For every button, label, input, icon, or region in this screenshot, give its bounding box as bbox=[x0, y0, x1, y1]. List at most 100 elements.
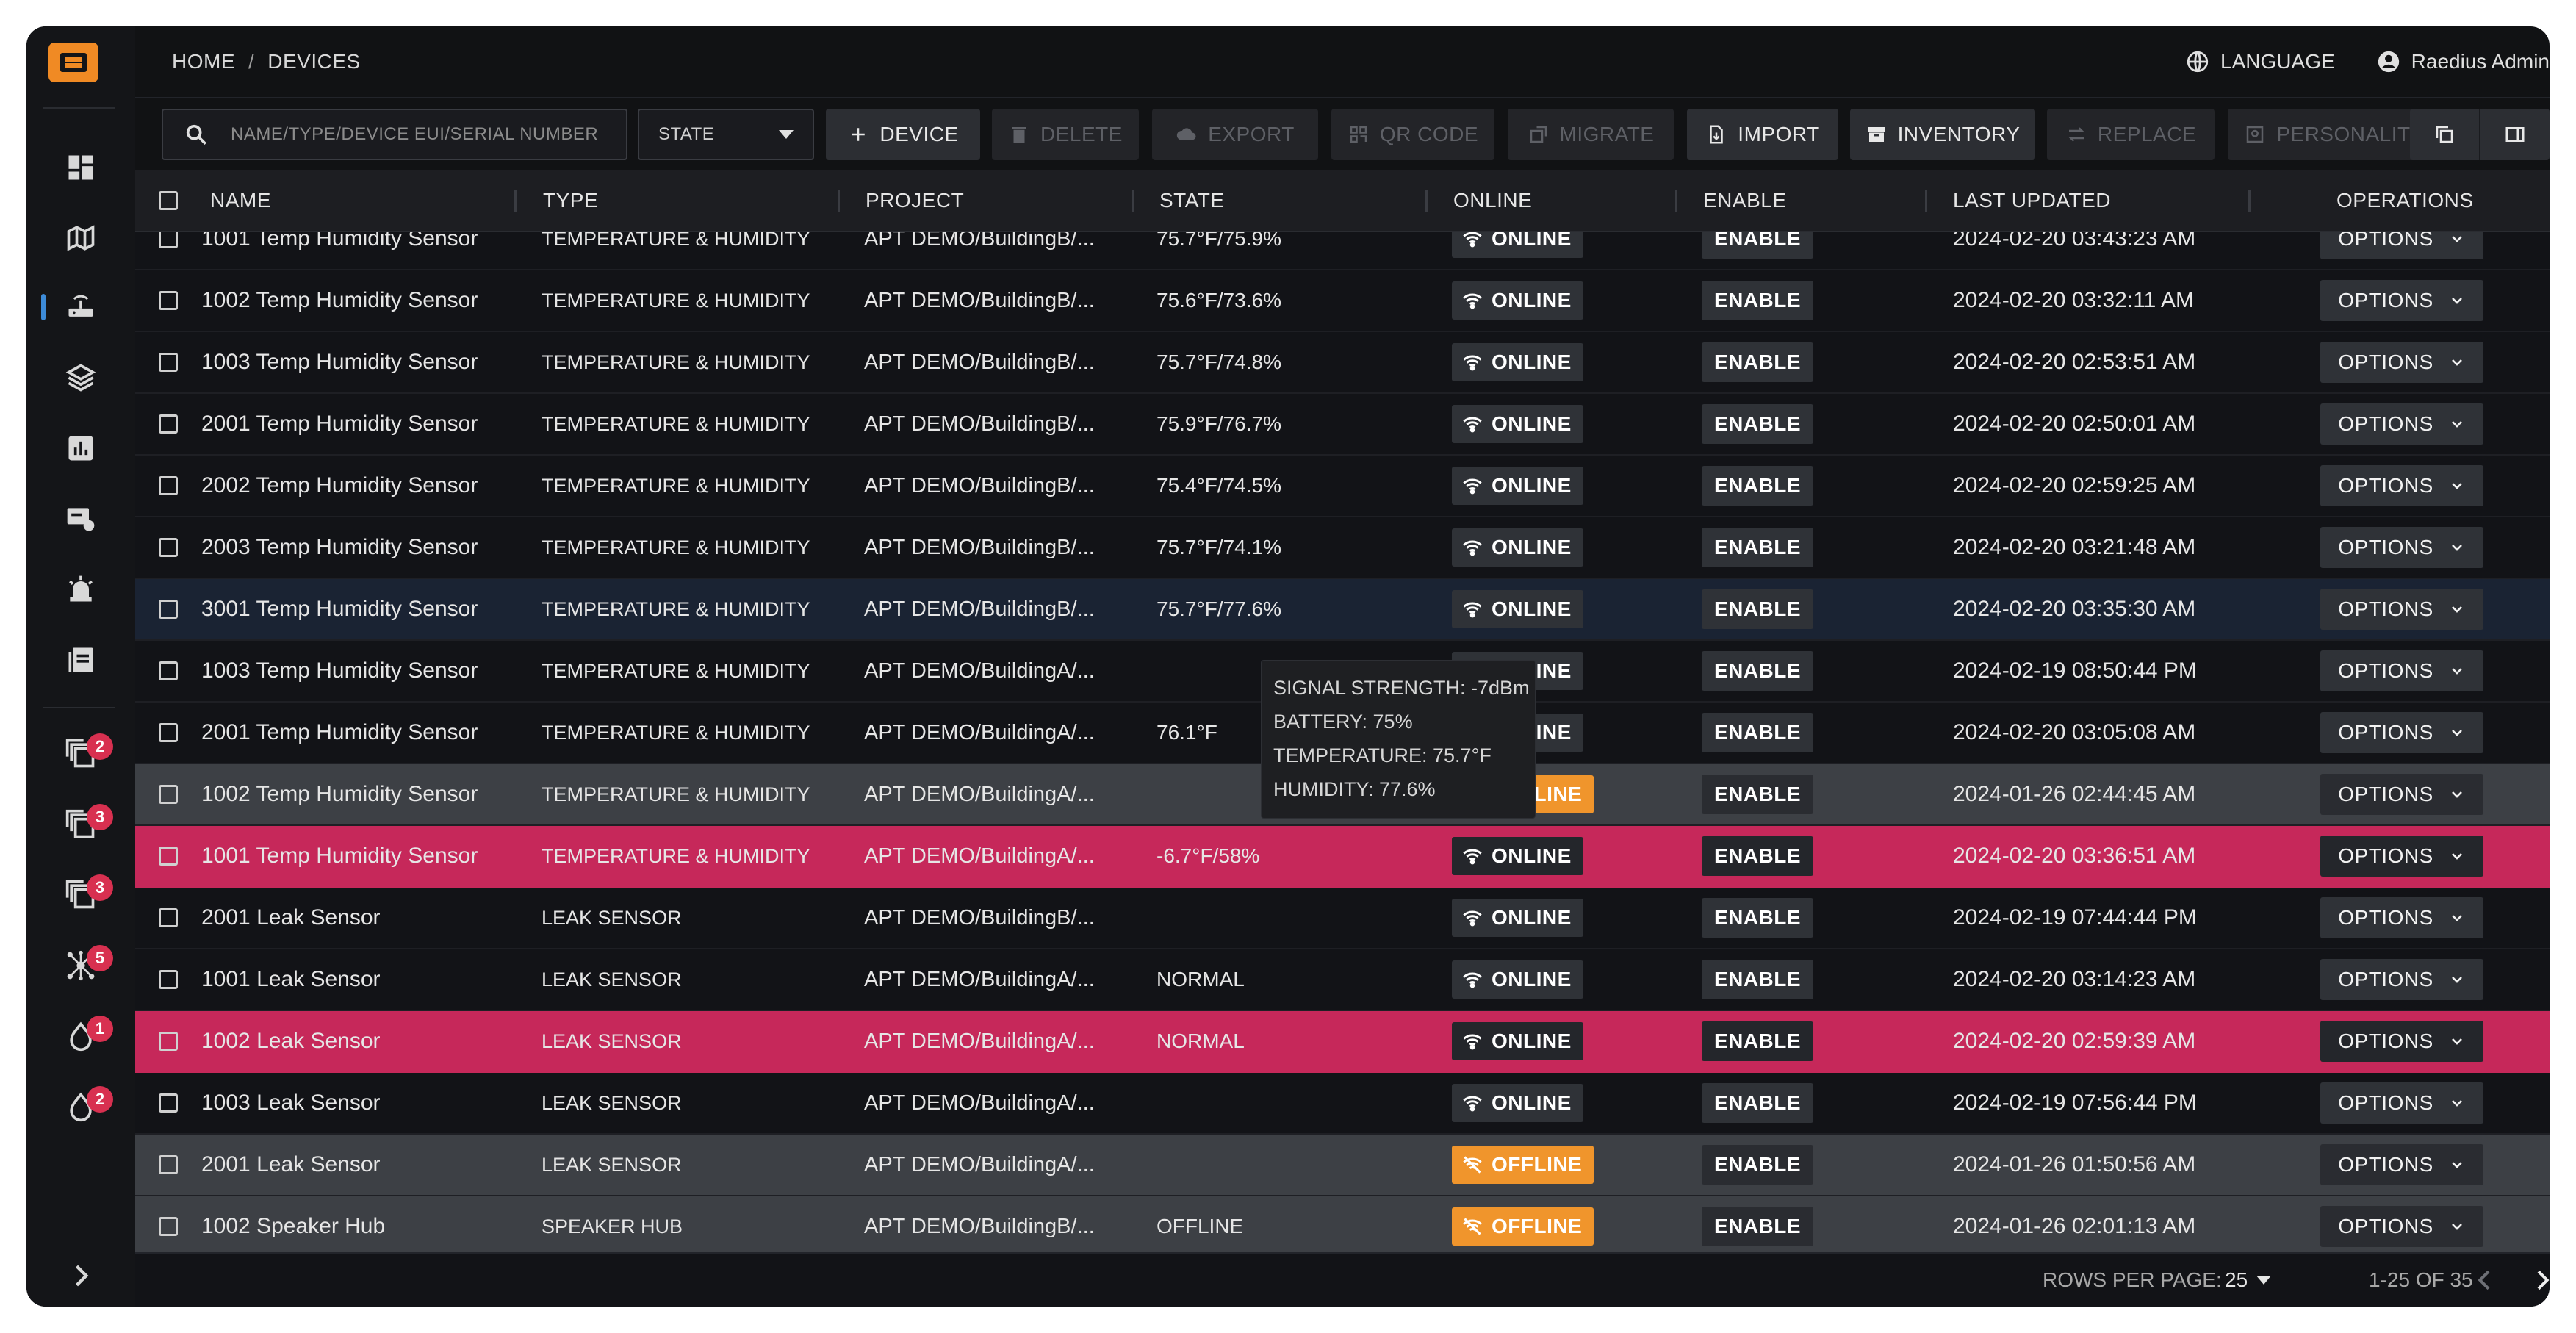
enable-button[interactable]: ENABLE bbox=[1702, 1145, 1813, 1185]
table-row[interactable]: 1002 Speaker Hub SPEAKER HUB APT DEMO/Buil… bbox=[135, 1196, 2550, 1254]
column-type[interactable]: TYPE bbox=[543, 170, 598, 231]
enable-button[interactable]: ENABLE bbox=[1702, 651, 1813, 691]
row-checkbox[interactable] bbox=[159, 641, 178, 701]
alarm-icon[interactable] bbox=[26, 560, 135, 619]
options-button[interactable]: OPTIONS bbox=[2320, 465, 2483, 506]
enable-button[interactable]: ENABLE bbox=[1702, 960, 1813, 999]
online-status-badge[interactable]: ONLINE bbox=[1452, 467, 1583, 505]
device-name[interactable]: 1003 Leak Sensor bbox=[201, 1073, 510, 1133]
enable-button[interactable]: ENABLE bbox=[1702, 342, 1813, 382]
row-checkbox[interactable] bbox=[159, 888, 178, 948]
enable-button[interactable]: ENABLE bbox=[1702, 528, 1813, 567]
device-name[interactable]: 1003 Temp Humidity Sensor bbox=[201, 641, 510, 701]
options-button[interactable]: OPTIONS bbox=[2320, 836, 2483, 877]
chevron-left-icon[interactable] bbox=[2470, 1265, 2500, 1295]
search-input[interactable]: NAME/TYPE/DEVICE EUI/SERIAL NUMBER bbox=[162, 109, 627, 160]
online-status-badge[interactable]: OFFLINE bbox=[1452, 1146, 1594, 1184]
options-button[interactable]: OPTIONS bbox=[2320, 712, 2483, 753]
enable-button[interactable]: ENABLE bbox=[1702, 1083, 1813, 1123]
device-name[interactable]: 2001 Leak Sensor bbox=[201, 888, 510, 948]
qr-code-button[interactable]: QR CODE bbox=[1331, 109, 1494, 160]
options-button[interactable]: OPTIONS bbox=[2320, 897, 2483, 938]
device-name[interactable]: 1002 Speaker Hub bbox=[201, 1196, 510, 1254]
online-status-badge[interactable]: ONLINE bbox=[1452, 899, 1583, 937]
rows-per-page-select[interactable]: 25 bbox=[2225, 1268, 2272, 1292]
row-checkbox[interactable] bbox=[159, 456, 178, 516]
settings-devices-icon[interactable] bbox=[26, 489, 135, 548]
device-name[interactable]: 2001 Temp Humidity Sensor bbox=[201, 703, 510, 763]
row-checkbox[interactable] bbox=[159, 332, 178, 392]
device-name[interactable]: 1001 Temp Humidity Sensor bbox=[201, 826, 510, 886]
options-button[interactable]: OPTIONS bbox=[2320, 403, 2483, 445]
online-status-badge[interactable]: ONLINE bbox=[1452, 837, 1583, 875]
device-name[interactable]: 3001 Temp Humidity Sensor bbox=[201, 579, 510, 639]
row-checkbox[interactable] bbox=[159, 1135, 178, 1195]
panel-view-button[interactable] bbox=[2480, 109, 2550, 160]
column-project[interactable]: PROJECT bbox=[866, 170, 964, 231]
table-row[interactable]: 1002 Temp Humidity Sensor TEMPERATURE & H… bbox=[135, 270, 2550, 332]
enable-button[interactable]: ENABLE bbox=[1702, 1207, 1813, 1246]
breadcrumb-home[interactable]: HOME bbox=[172, 50, 235, 73]
online-status-badge[interactable]: ONLINE bbox=[1452, 528, 1583, 567]
queue-icon[interactable]: 2 bbox=[26, 725, 135, 783]
table-row[interactable]: 1001 Leak Sensor LEAK SENSOR APT DEMO/Buil… bbox=[135, 949, 2550, 1011]
layers-icon[interactable] bbox=[26, 348, 135, 407]
enable-button[interactable]: ENABLE bbox=[1702, 836, 1813, 876]
select-all-checkbox[interactable] bbox=[159, 170, 178, 231]
online-status-badge[interactable]: ONLINE bbox=[1452, 1084, 1583, 1122]
water-drop-icon[interactable]: 1 bbox=[26, 1007, 135, 1066]
user-menu[interactable]: Raedius Admin bbox=[2376, 49, 2550, 74]
migrate-button[interactable]: MIGRATE bbox=[1508, 109, 1674, 160]
online-status-badge[interactable]: ONLINE bbox=[1452, 1022, 1583, 1060]
table-row[interactable]: 1003 Leak Sensor LEAK SENSOR APT DEMO/Buil… bbox=[135, 1073, 2550, 1135]
table-row[interactable]: 2001 Leak Sensor LEAK SENSOR APT DEMO/Buil… bbox=[135, 1135, 2550, 1196]
inventory-button[interactable]: INVENTORY bbox=[1850, 109, 2035, 160]
export-button[interactable]: EXPORT bbox=[1152, 109, 1318, 160]
options-button[interactable]: OPTIONS bbox=[2320, 1144, 2483, 1185]
options-button[interactable]: OPTIONS bbox=[2320, 1206, 2483, 1247]
row-checkbox[interactable] bbox=[159, 1196, 178, 1254]
dashboard-icon[interactable] bbox=[26, 138, 135, 197]
table-row[interactable]: 1002 Leak Sensor LEAK SENSOR APT DEMO/Buil… bbox=[135, 1011, 2550, 1073]
online-status-badge[interactable]: ONLINE bbox=[1452, 590, 1583, 628]
online-status-badge[interactable]: ONLINE bbox=[1452, 405, 1583, 443]
device-name[interactable]: 2001 Temp Humidity Sensor bbox=[201, 394, 510, 454]
reports-icon[interactable] bbox=[26, 419, 135, 478]
device-name[interactable]: 1002 Temp Humidity Sensor bbox=[201, 270, 510, 331]
online-status-badge[interactable]: ONLINE bbox=[1452, 343, 1583, 381]
enable-button[interactable]: ENABLE bbox=[1702, 281, 1813, 320]
options-button[interactable]: OPTIONS bbox=[2320, 342, 2483, 383]
row-checkbox[interactable] bbox=[159, 703, 178, 763]
queue-icon[interactable]: 3 bbox=[26, 795, 135, 854]
options-button[interactable]: OPTIONS bbox=[2320, 650, 2483, 691]
table-row[interactable]: 1001 Temp Humidity Sensor TEMPERATURE & H… bbox=[135, 826, 2550, 888]
table-row[interactable]: 2002 Temp Humidity Sensor TEMPERATURE & H… bbox=[135, 456, 2550, 517]
options-button[interactable]: OPTIONS bbox=[2320, 1082, 2483, 1124]
queue-icon[interactable]: 3 bbox=[26, 866, 135, 924]
map-icon[interactable] bbox=[26, 209, 135, 267]
app-logo[interactable] bbox=[48, 43, 98, 82]
device-name[interactable]: 2001 Leak Sensor bbox=[201, 1135, 510, 1195]
device-name[interactable]: 1002 Temp Humidity Sensor bbox=[201, 764, 510, 824]
table-row[interactable]: 2001 Temp Humidity Sensor TEMPERATURE & H… bbox=[135, 394, 2550, 456]
documents-icon[interactable] bbox=[26, 630, 135, 689]
column-enable[interactable]: ENABLE bbox=[1703, 170, 1787, 231]
options-button[interactable]: OPTIONS bbox=[2320, 527, 2483, 568]
row-checkbox[interactable] bbox=[159, 270, 178, 331]
row-checkbox[interactable] bbox=[159, 579, 178, 639]
table-row[interactable]: 2001 Leak Sensor LEAK SENSOR APT DEMO/Buil… bbox=[135, 888, 2550, 949]
enable-button[interactable]: ENABLE bbox=[1702, 404, 1813, 444]
options-button[interactable]: OPTIONS bbox=[2320, 280, 2483, 321]
state-select[interactable]: STATE bbox=[638, 109, 814, 160]
online-status-badge[interactable]: ONLINE bbox=[1452, 281, 1583, 320]
column-name[interactable]: NAME bbox=[210, 170, 271, 231]
add-device-button[interactable]: DEVICE bbox=[826, 109, 980, 160]
row-checkbox[interactable] bbox=[159, 517, 178, 578]
enable-button[interactable]: ENABLE bbox=[1702, 466, 1813, 506]
enable-button[interactable]: ENABLE bbox=[1702, 589, 1813, 629]
row-checkbox[interactable] bbox=[159, 826, 178, 886]
chevron-right-icon[interactable] bbox=[65, 1260, 97, 1292]
enable-button[interactable]: ENABLE bbox=[1702, 898, 1813, 938]
options-button[interactable]: OPTIONS bbox=[2320, 589, 2483, 630]
row-checkbox[interactable] bbox=[159, 1073, 178, 1133]
